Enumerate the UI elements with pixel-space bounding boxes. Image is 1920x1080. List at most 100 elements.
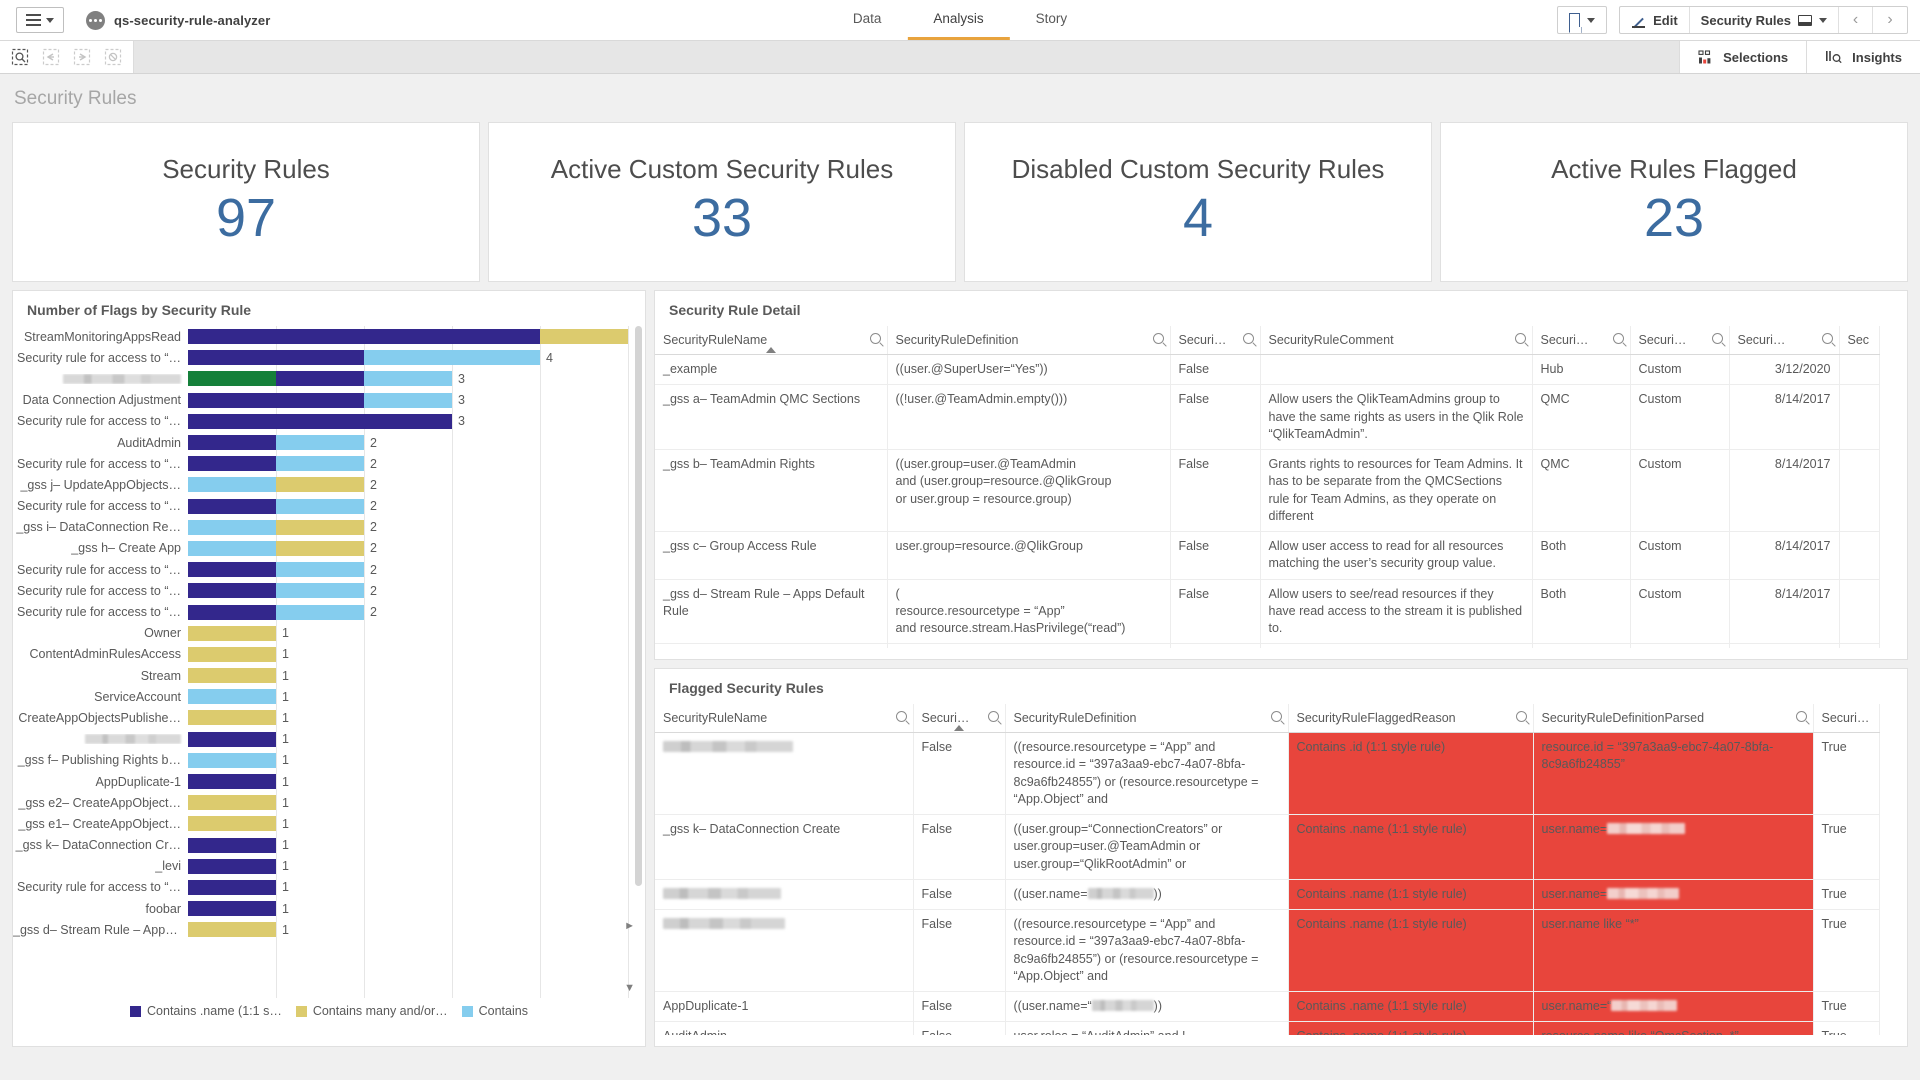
bar-segment[interactable] bbox=[188, 583, 276, 598]
bar-segment[interactable] bbox=[276, 520, 364, 535]
column-header-3[interactable]: SecurityRuleFlaggedReason bbox=[1288, 704, 1533, 733]
table-row[interactable]: _gss e1– CreateAppObjectsPublishedApp !r… bbox=[655, 644, 1879, 648]
chart-scrollbar[interactable] bbox=[634, 326, 643, 998]
bar-segment[interactable] bbox=[188, 689, 276, 704]
bar-row[interactable]: Security rule for access to “… 1 bbox=[13, 877, 645, 898]
bar-segment[interactable] bbox=[276, 477, 364, 492]
column-search-icon[interactable] bbox=[1515, 333, 1526, 347]
bar-segment[interactable] bbox=[276, 499, 364, 514]
column-header-0[interactable]: SecurityRuleName bbox=[655, 326, 887, 355]
bar-segment[interactable] bbox=[188, 795, 276, 810]
bar-segment[interactable] bbox=[276, 456, 364, 471]
column-search-icon[interactable] bbox=[1613, 333, 1624, 347]
column-header-4[interactable]: Securi… bbox=[1532, 326, 1630, 355]
bar-segment[interactable] bbox=[364, 371, 452, 386]
bar-segment[interactable] bbox=[188, 520, 276, 535]
bar-segment[interactable] bbox=[188, 880, 276, 895]
column-header-5[interactable]: Securi… bbox=[1630, 326, 1729, 355]
bar-row[interactable]: StreamMonitoringAppsRead bbox=[13, 326, 645, 347]
bar-row[interactable]: Security rule for access to “… 4 bbox=[13, 347, 645, 368]
bar-segment[interactable] bbox=[188, 859, 276, 874]
bar-row[interactable]: _gss f– Publishing Rights b… 1 bbox=[13, 750, 645, 771]
bar-row[interactable]: ContentAdminRulesAccess 1 bbox=[13, 644, 645, 665]
bar-row[interactable]: _levi 1 bbox=[13, 856, 645, 877]
table-row[interactable]: _gss k– DataConnection Create False ((us… bbox=[655, 815, 1879, 880]
table-row[interactable]: _gss a– TeamAdmin QMC Sections ((!user.@… bbox=[655, 385, 1879, 450]
clear-selections-icon[interactable] bbox=[101, 45, 125, 69]
table-row[interactable]: False ((user.name=)) Contains .name (1:1… bbox=[655, 879, 1879, 909]
bar-segment[interactable] bbox=[188, 562, 276, 577]
chart-scrollbar-thumb[interactable] bbox=[635, 326, 642, 886]
bar-segment[interactable] bbox=[188, 371, 276, 386]
table-row[interactable]: False ((resource.resourcetype = “App” an… bbox=[655, 910, 1879, 992]
bar-row[interactable]: _gss i– DataConnection Re… 2 bbox=[13, 517, 645, 538]
kpi-card-3[interactable]: Active Rules Flagged 23 bbox=[1440, 122, 1908, 282]
column-search-icon[interactable] bbox=[1712, 333, 1723, 347]
step-forward-icon[interactable] bbox=[70, 45, 94, 69]
table-row[interactable]: _example ((user.@SuperUser=“Yes”)) False… bbox=[655, 355, 1879, 385]
bar-segment[interactable] bbox=[364, 350, 540, 365]
legend-item-0[interactable]: Contains .name (1:1 s… bbox=[130, 1004, 282, 1018]
column-header-7[interactable]: Sec bbox=[1839, 326, 1879, 355]
flagged-table-scroll[interactable]: SecurityRuleName Securi… SecurityRuleDef… bbox=[655, 704, 1907, 1035]
bar-segment[interactable] bbox=[276, 371, 364, 386]
insights-button[interactable]: Insights bbox=[1806, 41, 1920, 73]
bar-row[interactable]: Security rule for access to “… 2 bbox=[13, 601, 645, 622]
column-search-icon[interactable] bbox=[1796, 711, 1807, 725]
main-menu-button[interactable] bbox=[16, 7, 64, 33]
selections-button[interactable]: Selections bbox=[1679, 41, 1806, 73]
bar-row[interactable]: foobar 1 bbox=[13, 898, 645, 919]
bar-segment[interactable] bbox=[188, 901, 276, 916]
bar-row[interactable]: 1 bbox=[13, 729, 645, 750]
column-search-icon[interactable] bbox=[1153, 333, 1164, 347]
previous-sheet-button[interactable]: ‹ bbox=[1839, 7, 1873, 33]
bar-row[interactable]: _gss k– DataConnection Cr… 1 bbox=[13, 835, 645, 856]
bar-row[interactable]: Security rule for access to “… 3 bbox=[13, 411, 645, 432]
table-row[interactable]: _gss c– Group Access Rule user.group=res… bbox=[655, 532, 1879, 580]
bar-row[interactable]: Security rule for access to “… 2 bbox=[13, 580, 645, 601]
bar-segment[interactable] bbox=[276, 605, 364, 620]
bookmarks-button[interactable] bbox=[1558, 7, 1606, 33]
bar-segment[interactable] bbox=[188, 626, 276, 641]
edit-button[interactable]: Edit bbox=[1620, 7, 1690, 33]
bar-row[interactable]: Stream 1 bbox=[13, 665, 645, 686]
bar-segment[interactable] bbox=[188, 922, 276, 937]
bar-segment[interactable] bbox=[188, 668, 276, 683]
chart-scroll-right-icon[interactable]: ► bbox=[624, 920, 635, 932]
bar-row[interactable]: AuditAdmin 2 bbox=[13, 432, 645, 453]
bar-segment[interactable] bbox=[364, 393, 452, 408]
column-header-6[interactable]: Securi… bbox=[1729, 326, 1839, 355]
kpi-card-2[interactable]: Disabled Custom Security Rules 4 bbox=[964, 122, 1432, 282]
chart-scroll-down-icon[interactable]: ▼ bbox=[624, 982, 635, 994]
bar-segment[interactable] bbox=[276, 435, 364, 450]
column-header-4[interactable]: SecurityRuleDefinitionParsed bbox=[1533, 704, 1813, 733]
column-header-2[interactable]: SecurityRuleDefinition bbox=[1005, 704, 1288, 733]
table-row[interactable]: _gss d– Stream Rule – Apps Default Rule … bbox=[655, 579, 1879, 644]
bar-row[interactable]: CreateAppObjectsPublishe… 1 bbox=[13, 707, 645, 728]
bar-segment[interactable] bbox=[188, 499, 276, 514]
column-search-icon[interactable] bbox=[896, 711, 907, 725]
bar-segment[interactable] bbox=[188, 774, 276, 789]
bar-segment[interactable] bbox=[188, 605, 276, 620]
bar-row[interactable]: _gss d– Stream Rule – Apps … 1 bbox=[13, 919, 645, 940]
bar-segment[interactable] bbox=[188, 414, 452, 429]
app-identity[interactable]: qs-security-rule-analyzer bbox=[86, 11, 270, 30]
sheet-selector-button[interactable]: Security Rules bbox=[1690, 7, 1839, 33]
column-search-icon[interactable] bbox=[1271, 711, 1282, 725]
column-header-5[interactable]: Securi… bbox=[1813, 704, 1879, 733]
bar-segment[interactable] bbox=[276, 541, 364, 556]
bar-segment[interactable] bbox=[188, 393, 364, 408]
column-header-0[interactable]: SecurityRuleName bbox=[655, 704, 913, 733]
bar-segment[interactable] bbox=[188, 435, 276, 450]
bar-segment[interactable] bbox=[188, 753, 276, 768]
bar-segment[interactable] bbox=[188, 732, 276, 747]
column-search-icon[interactable] bbox=[1822, 333, 1833, 347]
kpi-card-1[interactable]: Active Custom Security Rules 33 bbox=[488, 122, 956, 282]
tab-story[interactable]: Story bbox=[1010, 0, 1094, 40]
legend-item-2[interactable]: Contains bbox=[462, 1004, 528, 1018]
column-search-icon[interactable] bbox=[988, 711, 999, 725]
column-search-icon[interactable] bbox=[1516, 711, 1527, 725]
bar-chart-body[interactable]: StreamMonitoringAppsRead Security rule f… bbox=[13, 326, 645, 998]
tab-data[interactable]: Data bbox=[827, 0, 908, 40]
bar-row[interactable]: ServiceAccount 1 bbox=[13, 686, 645, 707]
